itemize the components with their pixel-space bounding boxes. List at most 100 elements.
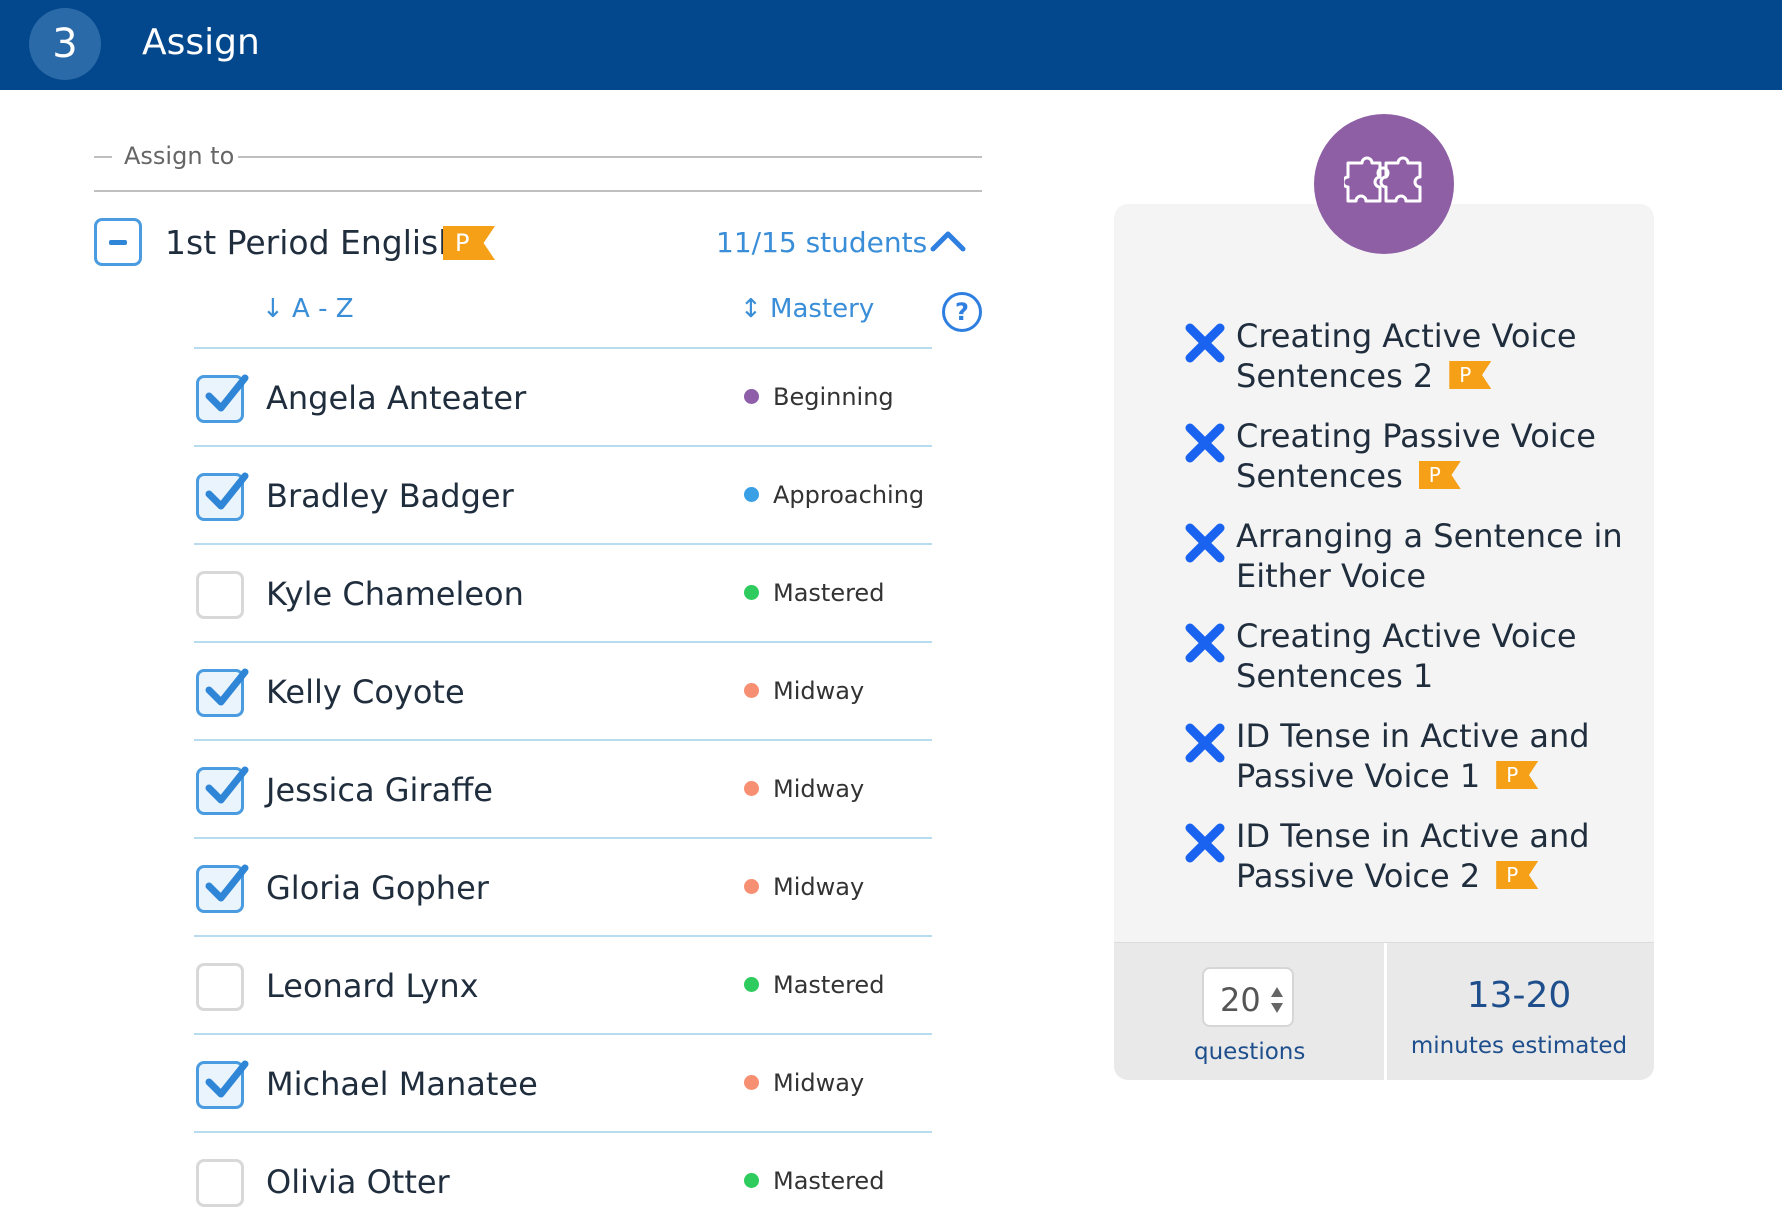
mastery-label: Midway <box>773 677 865 705</box>
student-row[interactable]: Michael Manatee Midway <box>194 1035 932 1133</box>
checkmark-icon <box>205 668 249 706</box>
student-row[interactable]: Gloria Gopher Midway <box>194 839 932 937</box>
student-name: Leonard Lynx <box>266 967 479 1005</box>
remove-skill-icon[interactable] <box>1184 622 1226 664</box>
divider-line <box>94 190 982 192</box>
mastery-dot-icon <box>744 1074 759 1090</box>
remove-skill-icon[interactable] <box>1184 722 1226 764</box>
mastery-dot-icon <box>744 780 759 796</box>
checkmark-icon <box>205 864 249 902</box>
skill-title-line1: ID Tense in Active and <box>1236 717 1590 755</box>
mastery-dot-icon <box>744 584 759 600</box>
sort-mastery-button[interactable]: ↕ Mastery <box>740 294 874 324</box>
skill-title-line2: Passive Voice 2 <box>1236 857 1481 895</box>
mastery-status: Midway <box>744 677 864 705</box>
skill-title: Creating Active Voice Sentences 2 P <box>1236 316 1628 396</box>
student-row[interactable]: Bradley Badger Approaching <box>194 447 932 545</box>
mastery-status: Beginning <box>744 383 894 411</box>
premium-flag-badge: P <box>1496 761 1539 789</box>
remove-skill-icon[interactable] <box>1184 522 1226 564</box>
student-row[interactable]: Kyle Chameleon Mastered <box>194 545 932 643</box>
remove-skill-icon[interactable] <box>1184 322 1226 364</box>
student-checkbox[interactable] <box>196 668 249 717</box>
skill-title-line1: ID Tense in Active and <box>1236 817 1590 855</box>
student-checkbox[interactable] <box>196 1060 249 1109</box>
sort-alphabetical-button[interactable]: ↓ A - Z <box>262 294 354 324</box>
skill-title: ID Tense in Active and Passive Voice 1 P <box>1236 716 1628 796</box>
students-count-toggle[interactable]: 11/15 students <box>716 226 927 259</box>
student-row[interactable]: Kelly Coyote Midway <box>194 643 932 741</box>
skill-title-line1: Creating Passive Voice <box>1236 417 1596 455</box>
panel-footer: 20 questions 13-20 minutes estimated <box>1114 942 1654 1080</box>
time-estimate-value: 13-20 <box>1466 975 1572 1016</box>
mastery-status: Midway <box>744 775 864 803</box>
student-row[interactable]: Jessica Giraffe Midway <box>194 741 932 839</box>
skill-item: Creating Active Voice Sentences 1 <box>1148 616 1628 716</box>
class-name: 1st Period English <box>165 223 460 262</box>
student-name: Jessica Giraffe <box>266 771 493 809</box>
skill-title-line1: Creating Active Voice <box>1236 617 1577 655</box>
chevron-up-icon[interactable] <box>930 230 966 252</box>
mastery-dot-icon <box>744 388 759 404</box>
step-number-badge: 3 <box>29 8 101 80</box>
mastery-label: Beginning <box>773 383 894 411</box>
divider-line <box>238 156 982 158</box>
student-name: Bradley Badger <box>266 477 514 515</box>
skill-item: ID Tense in Active and Passive Voice 1 P <box>1148 716 1628 816</box>
assignment-summary-panel: Creating Active Voice Sentences 2 P Creatin… <box>1114 204 1654 1080</box>
questions-stepper[interactable]: 20 <box>1202 967 1294 1027</box>
skill-title-line2: Sentences 1 <box>1236 657 1434 695</box>
mastery-status: Midway <box>744 873 864 901</box>
select-all-checkbox[interactable] <box>94 218 142 266</box>
checkmark-icon <box>205 1060 249 1098</box>
checkmark-icon <box>205 374 249 412</box>
student-name: Kyle Chameleon <box>266 575 524 613</box>
remove-skill-icon[interactable] <box>1184 822 1226 864</box>
mastery-status: Mastered <box>744 579 884 607</box>
skill-title-line2: Passive Voice 1 <box>1236 757 1481 795</box>
student-checkbox[interactable] <box>196 963 244 1011</box>
skills-list: Creating Active Voice Sentences 2 P Creatin… <box>1148 316 1628 916</box>
mastery-status: Approaching <box>744 481 924 509</box>
puzzle-icon <box>1314 114 1454 254</box>
mastery-label: Midway <box>773 775 865 803</box>
mastery-dot-icon <box>744 486 759 502</box>
mastery-label: Mastered <box>773 971 885 999</box>
student-checkbox[interactable] <box>196 1159 244 1207</box>
premium-flag-badge: P <box>1418 461 1461 489</box>
student-row[interactable]: Olivia Otter Mastered <box>194 1133 932 1230</box>
student-row[interactable]: Leonard Lynx Mastered <box>194 937 932 1035</box>
help-icon[interactable]: ? <box>942 292 982 332</box>
stepper-arrows-icon[interactable] <box>1270 985 1284 1015</box>
divider-line <box>94 156 112 158</box>
skill-title: Creating Passive Voice Sentences P <box>1236 416 1628 496</box>
skill-item: Creating Passive Voice Sentences P <box>1148 416 1628 516</box>
premium-flag-badge: P <box>443 226 495 260</box>
student-name: Gloria Gopher <box>266 869 489 907</box>
checkmark-icon <box>205 472 249 510</box>
student-checkbox[interactable] <box>196 374 249 423</box>
student-checkbox[interactable] <box>196 864 249 913</box>
mastery-status: Mastered <box>744 971 884 999</box>
premium-flag-badge: P <box>1449 361 1492 389</box>
skill-title: ID Tense in Active and Passive Voice 2 P <box>1236 816 1628 896</box>
student-checkbox[interactable] <box>196 571 244 619</box>
student-checkbox[interactable] <box>196 766 249 815</box>
skill-title: Creating Active Voice Sentences 1 <box>1236 616 1628 696</box>
student-name: Kelly Coyote <box>266 673 465 711</box>
skill-title-line2: Sentences <box>1236 457 1403 495</box>
student-checkbox[interactable] <box>196 472 249 521</box>
mastery-dot-icon <box>744 878 759 894</box>
mastery-status: Mastered <box>744 1167 884 1195</box>
skill-title-line1: Arranging a Sentence in <box>1236 517 1623 555</box>
skill-item: Arranging a Sentence in Either Voice <box>1148 516 1628 616</box>
mastery-label: Mastered <box>773 579 885 607</box>
questions-label: questions <box>1194 1039 1306 1065</box>
skill-title-line1: Creating Active Voice <box>1236 317 1577 355</box>
remove-skill-icon[interactable] <box>1184 422 1226 464</box>
mastery-label: Mastered <box>773 1167 885 1195</box>
skill-title-line2: Either Voice <box>1236 557 1427 595</box>
skill-title-line2: Sentences 2 <box>1236 357 1434 395</box>
questions-value: 20 <box>1220 981 1261 1019</box>
student-row[interactable]: Angela Anteater Beginning <box>194 349 932 447</box>
